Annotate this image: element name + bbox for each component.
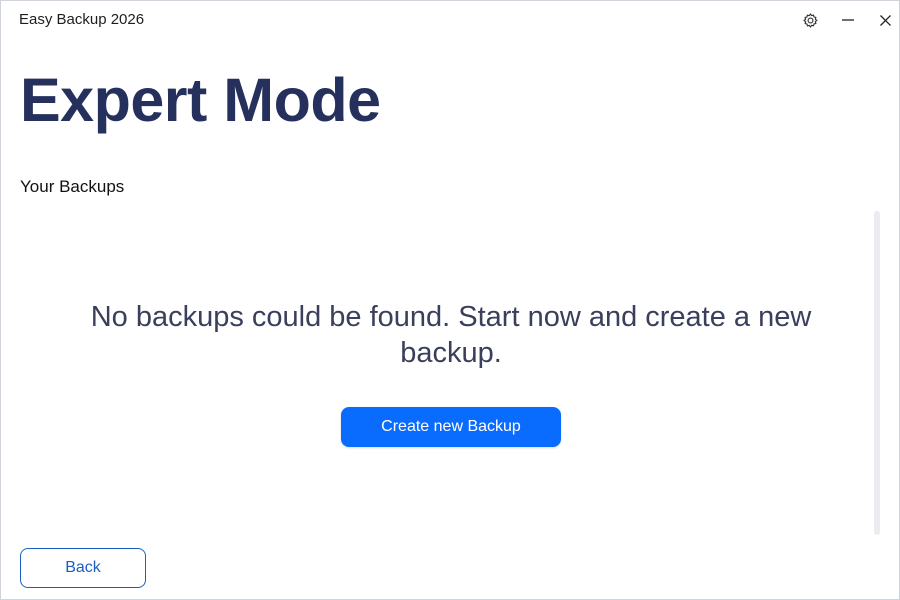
page-title: Expert Mode xyxy=(20,66,381,134)
app-window: Easy Backup 2026 Expert Mode Your Backup… xyxy=(0,0,900,600)
close-button[interactable] xyxy=(871,7,899,33)
close-icon xyxy=(879,14,892,27)
gear-icon xyxy=(802,12,819,29)
title-bar[interactable]: Easy Backup 2026 xyxy=(1,1,899,39)
window-title: Easy Backup 2026 xyxy=(19,11,145,28)
empty-state-message: No backups could be found. Start now and… xyxy=(90,301,812,369)
section-title: Your Backups xyxy=(20,177,125,196)
create-backup-button[interactable]: Create new Backup xyxy=(341,407,561,447)
backup-list-area: No backups could be found. Start now and… xyxy=(1,211,881,535)
scrollbar[interactable] xyxy=(874,211,880,535)
settings-button[interactable] xyxy=(796,7,824,33)
minimize-icon xyxy=(841,13,855,27)
back-button[interactable]: Back xyxy=(20,548,146,588)
minimize-button[interactable] xyxy=(834,7,862,33)
